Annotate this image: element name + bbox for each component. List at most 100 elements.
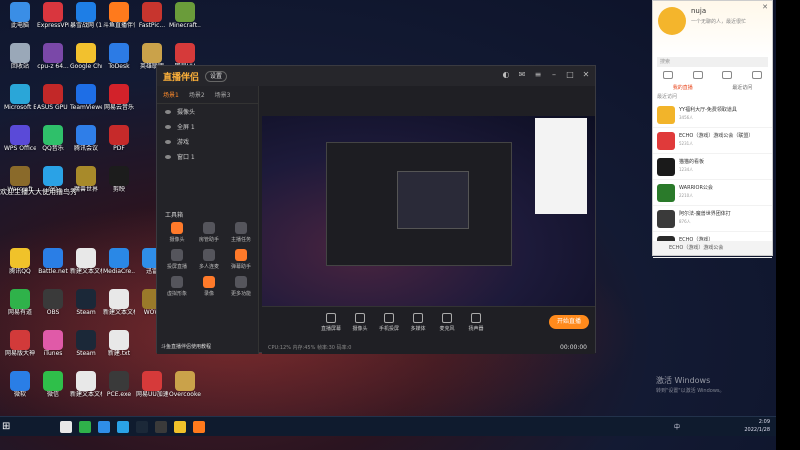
taskbar-app-icon[interactable]: [98, 421, 110, 433]
desktop-icon[interactable]: cpu-z 64...: [37, 43, 69, 85]
desktop-icon[interactable]: 网易UU加速器: [136, 371, 168, 413]
tool-button[interactable]: 摄像头: [161, 222, 193, 243]
desktop-icon[interactable]: PDF: [103, 125, 135, 167]
desktop-icon[interactable]: 网易版大神: [4, 330, 36, 372]
qq-subtab[interactable]: 最近访问: [732, 84, 752, 91]
message-icon[interactable]: ✉: [517, 70, 527, 80]
close-icon[interactable]: ✕: [762, 3, 768, 11]
desktop-icon[interactable]: Microsoft Edge: [4, 84, 36, 126]
taskbar-app-icon[interactable]: [136, 421, 148, 433]
source-item[interactable]: 游戏: [157, 134, 258, 149]
maximize-icon[interactable]: □: [565, 70, 575, 80]
tool-button[interactable]: 录像: [193, 276, 225, 297]
tool-button[interactable]: 投屏直播: [161, 249, 193, 270]
desktop-icon[interactable]: 斗鱼直播伴侣: [103, 2, 135, 44]
app-titlebar[interactable]: 直播伴侣 设置 ◐ ✉ ≡ – □ ✕: [157, 66, 595, 86]
desktop-icon[interactable]: TeamViewer: [70, 84, 102, 126]
qq-subtab[interactable]: 我的直播: [673, 84, 693, 91]
qq-panel[interactable]: nuja 一个无聊的人，最近很忙 ✕ 搜索 我的直播 最近访问 最近访问 YY福利…: [652, 0, 773, 258]
menu-icon[interactable]: ≡: [533, 70, 543, 80]
tool-button[interactable]: 弹幕助手: [225, 249, 257, 270]
eye-icon[interactable]: [165, 154, 171, 159]
desktop-icon[interactable]: iTunes: [37, 330, 69, 372]
desktop-icon[interactable]: Battle.net: [37, 248, 69, 290]
desktop-icon[interactable]: 回收站: [4, 43, 36, 85]
tool-icon: [203, 276, 215, 288]
tool-button[interactable]: 更多功能: [225, 276, 257, 297]
desktop-icon[interactable]: 网易有道: [4, 289, 36, 331]
qq-signature[interactable]: 一个无聊的人，最近很忙: [691, 18, 746, 25]
desktop-icon[interactable]: ASUS GPU Tweak II: [37, 84, 69, 126]
go-live-button[interactable]: 开始直播: [549, 315, 589, 329]
eye-icon[interactable]: [165, 124, 171, 129]
tutorial-link[interactable]: 斗鱼直播伴侣使用教程: [161, 343, 211, 350]
desktop-icon[interactable]: 新建.txt: [103, 330, 135, 372]
desktop-icon[interactable]: 暴雪战网 (1): [70, 2, 102, 44]
space-icon[interactable]: [752, 71, 763, 79]
desktop-icon[interactable]: 微信: [37, 371, 69, 413]
desktop-icon[interactable]: 腾讯会议: [70, 125, 102, 167]
desktop-icon[interactable]: QQ音乐: [37, 125, 69, 167]
list-item[interactable]: 猫猫的看板 1234人: [653, 154, 772, 180]
list-item[interactable]: WARRIOR公会 2210人: [653, 180, 772, 206]
desktop-icon[interactable]: Google Chrome: [70, 43, 102, 85]
desktop-icon[interactable]: FastPic...: [136, 2, 168, 44]
desktop-icon[interactable]: 剪映: [103, 166, 135, 208]
tool-button[interactable]: 多人连麦: [193, 249, 225, 270]
desktop-icon[interactable]: 网易云音乐: [103, 84, 135, 126]
tool-button[interactable]: 主播任务: [225, 222, 257, 243]
minimize-icon[interactable]: –: [549, 70, 559, 80]
scene-tab[interactable]: 场景1: [163, 90, 179, 99]
stream-preview[interactable]: [262, 116, 595, 306]
close-icon[interactable]: ✕: [581, 70, 591, 80]
eye-icon[interactable]: [165, 139, 171, 144]
avatar[interactable]: [658, 7, 686, 35]
desktop-icon[interactable]: 新建文本文档.txt: [103, 289, 135, 331]
desktop-icon[interactable]: 新建文本文档: [70, 248, 102, 290]
windows-start-icon[interactable]: ⊞: [2, 420, 16, 434]
desktop-icon[interactable]: Steam: [70, 330, 102, 372]
chat-icon[interactable]: [662, 71, 673, 79]
tool-button[interactable]: 房管助手: [193, 222, 225, 243]
desktop-icon[interactable]: ExpressVPN: [37, 2, 69, 44]
desktop-icon[interactable]: ToDesk: [103, 43, 135, 85]
taskbar-app-icon[interactable]: [117, 421, 129, 433]
stream-app-window[interactable]: 直播伴侣 设置 ◐ ✉ ≡ – □ ✕ 场景1 场景2 场景3 摄像头 全屏 1 游戏窗…: [156, 65, 596, 354]
desktop-icon[interactable]: WPS Office: [4, 125, 36, 167]
scene-tab[interactable]: 场景3: [215, 90, 231, 99]
scene-tab[interactable]: 场景2: [189, 90, 205, 99]
desktop-icon[interactable]: 新建文本文档 (4).txt: [70, 371, 102, 413]
tool-button[interactable]: 虚拟形象: [161, 276, 193, 297]
desktop-icon[interactable]: 腾讯QQ: [4, 248, 36, 290]
taskbar-app-icon[interactable]: [174, 421, 186, 433]
contacts-icon[interactable]: [692, 71, 703, 79]
desktop-icon[interactable]: OBS: [37, 289, 69, 331]
input-language[interactable]: 中: [674, 422, 680, 431]
source-item[interactable]: 窗口 1: [157, 149, 258, 164]
taskbar-app-icon[interactable]: [60, 421, 72, 433]
desktop-icon[interactable]: Steam: [70, 289, 102, 331]
qq-footer[interactable]: ECHO（游戏）游戏公会: [653, 241, 772, 255]
list-item-title: 阿尔法-魔兽世界团体打: [679, 211, 731, 217]
source-button[interactable]: 扬声器: [459, 313, 493, 332]
desktop-icon[interactable]: 此电脑: [4, 2, 36, 44]
skin-icon[interactable]: ◐: [501, 70, 511, 80]
taskbar-app-icon[interactable]: [193, 421, 205, 433]
list-item[interactable]: YY福利大厅-免费领取道具 3456人: [653, 102, 772, 128]
desktop-icon[interactable]: Minecraft...: [169, 2, 201, 44]
taskbar-app-icon[interactable]: [155, 421, 167, 433]
desktop-icon[interactable]: MediaCre...: [103, 248, 135, 290]
source-item[interactable]: 全屏 1: [157, 119, 258, 134]
desktop-icon[interactable]: Overcooked: [169, 371, 201, 413]
group-icon[interactable]: [722, 71, 733, 79]
desktop-icon[interactable]: PCE.exe: [103, 371, 135, 413]
desktop-icon[interactable]: 微软: [4, 371, 36, 413]
system-clock[interactable]: 2:09 2022/1/28: [744, 418, 770, 434]
eye-icon[interactable]: [165, 109, 171, 114]
search-input[interactable]: 搜索: [657, 57, 768, 67]
list-item[interactable]: ECHO（游戏）游戏公会（联盟） 5231人: [653, 128, 772, 154]
settings-badge[interactable]: 设置: [205, 70, 228, 82]
list-item[interactable]: 阿尔法-魔兽世界团体打 876人: [653, 206, 772, 232]
source-item[interactable]: 摄像头: [157, 104, 258, 119]
taskbar-app-icon[interactable]: [79, 421, 91, 433]
